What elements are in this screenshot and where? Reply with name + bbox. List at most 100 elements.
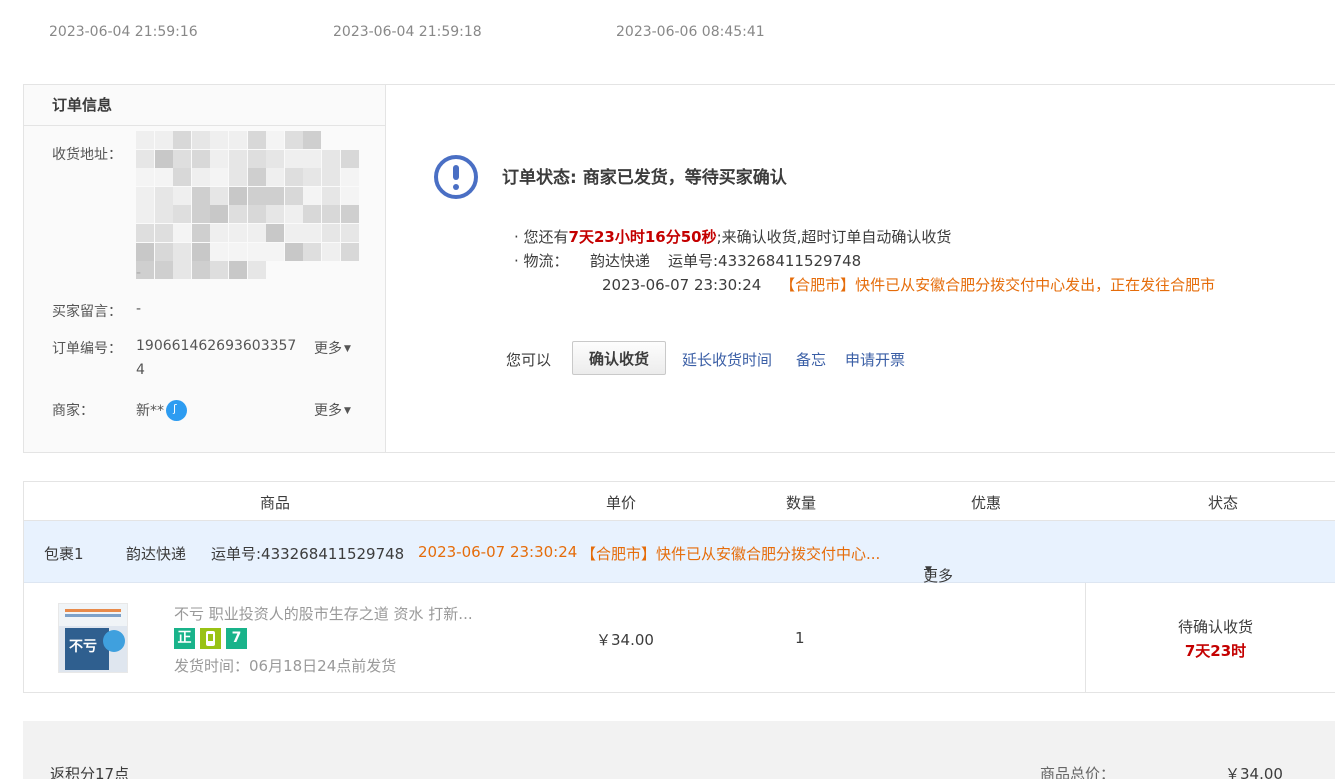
redacted-pixel bbox=[191, 242, 210, 261]
address-dash: - bbox=[136, 265, 142, 281]
invoice-link[interactable]: 申请开票 bbox=[845, 349, 905, 370]
redacted-pixel bbox=[247, 205, 266, 224]
package-carrier: 韵达快递 bbox=[126, 545, 187, 563]
redacted-pixel bbox=[154, 186, 173, 205]
redacted-pixel bbox=[266, 168, 285, 187]
redacted-pixel bbox=[229, 224, 247, 242]
redacted-pixel bbox=[210, 186, 229, 205]
total-label: 商品总价： bbox=[1040, 765, 1116, 779]
redacted-pixel bbox=[284, 131, 303, 149]
item-title-link[interactable]: 不亏 职业投资人的股市生存之道 资水 打新... bbox=[174, 603, 473, 624]
seven-day-return-badge-icon[interactable]: 7 bbox=[226, 628, 247, 649]
redacted-pixel bbox=[266, 149, 285, 168]
seller-more-link[interactable]: 更多 ▼ bbox=[314, 400, 351, 420]
redacted-pixel bbox=[340, 186, 359, 205]
item-status: 待确认收货 bbox=[1177, 618, 1253, 636]
redacted-pixel bbox=[154, 205, 173, 224]
redacted-pixel bbox=[340, 242, 359, 261]
address-pixelated bbox=[136, 131, 360, 281]
header-price: 单价 bbox=[606, 494, 637, 512]
redacted-pixel bbox=[154, 149, 173, 168]
redacted-pixel bbox=[266, 131, 285, 149]
caret-down-icon: ▼ bbox=[925, 565, 932, 575]
redacted-pixel bbox=[210, 168, 229, 187]
redacted-pixel bbox=[136, 205, 154, 224]
memo-link[interactable]: 备忘 bbox=[796, 349, 826, 370]
logistics-line: · 物流： 韵达快递 运单号:433268411529748 bbox=[514, 250, 861, 271]
phone-icon[interactable] bbox=[200, 628, 221, 649]
authentic-badge-icon[interactable]: 正 bbox=[174, 628, 195, 649]
wangwang-chat-icon[interactable] bbox=[166, 400, 187, 421]
remaining-suffix: ;来确认收货,超时订单自动确认收货 bbox=[716, 228, 952, 246]
redacted-pixel bbox=[210, 224, 229, 242]
order-info-title: 订单信息 bbox=[24, 85, 385, 126]
unit-price: ￥34.00 bbox=[596, 631, 654, 649]
redacted-pixel bbox=[173, 242, 192, 261]
redacted-pixel bbox=[229, 186, 247, 205]
redacted-pixel bbox=[154, 224, 173, 242]
redacted-pixel bbox=[266, 224, 285, 242]
redacted-pixel bbox=[340, 224, 359, 242]
ship-time: 发货时间：06月18日24点前发货 bbox=[174, 657, 397, 675]
redacted-pixel bbox=[303, 168, 322, 187]
tracking-text: 【合肥市】快件已从安徽合肥分拨交付中心发出，正在发往合肥市 bbox=[780, 276, 1216, 294]
order-summary: 返积分17点 商品总价： ￥34.00 bbox=[23, 721, 1335, 779]
seller-name: 新** bbox=[136, 403, 164, 419]
buyer-message-value: - bbox=[136, 301, 142, 317]
redacted-pixel bbox=[247, 261, 266, 280]
redacted-pixel bbox=[303, 205, 322, 224]
header-status: 状态 bbox=[1208, 494, 1239, 512]
order-panel: 订单信息 收货地址： - 买家留言： - 订单编号： 1906614626936… bbox=[23, 84, 1335, 453]
redacted-pixel bbox=[340, 205, 359, 224]
redacted-pixel bbox=[322, 224, 340, 242]
caret-down-icon: ▼ bbox=[344, 406, 351, 416]
header-goods: 商品 bbox=[260, 494, 291, 512]
extend-receipt-link[interactable]: 延长收货时间 bbox=[682, 349, 772, 370]
redacted-pixel bbox=[322, 242, 340, 261]
redacted-pixel bbox=[136, 131, 154, 149]
goods-table-header: 商品 单价 数量 优惠 状态 bbox=[24, 482, 1335, 521]
package-waybill: 运单号:433268411529748 bbox=[211, 545, 405, 563]
phone-icon-glyph bbox=[206, 631, 215, 646]
header-quantity: 数量 bbox=[786, 494, 817, 512]
redacted-pixel bbox=[210, 131, 229, 149]
book-cover-thumbnail[interactable] bbox=[58, 603, 128, 673]
seller-value-wrap: 新** bbox=[136, 400, 187, 421]
remaining-prefix: · 您还有 bbox=[514, 228, 569, 246]
order-more-label: 更多 bbox=[314, 341, 342, 357]
confirm-receipt-button[interactable]: 确认收货 bbox=[572, 341, 666, 375]
redacted-pixel bbox=[284, 242, 303, 261]
cover-stamp-graphic bbox=[103, 630, 125, 652]
redacted-pixel bbox=[229, 168, 247, 187]
timeline-timestamps: 2023-06-04 21:59:16 2023-06-04 21:59:18 … bbox=[0, 24, 1335, 46]
tracking-line: 2023-06-07 23:30:24 【合肥市】快件已从安徽合肥分拨交付中心发… bbox=[602, 274, 1215, 295]
actions-lead: 您可以 bbox=[506, 351, 552, 369]
redacted-pixel bbox=[303, 149, 322, 168]
redacted-pixel bbox=[173, 186, 192, 205]
redacted-pixel bbox=[303, 242, 322, 261]
redacted-pixel bbox=[154, 261, 173, 280]
package-time: 2023-06-07 23:30:24 bbox=[418, 543, 578, 561]
redacted-pixel bbox=[136, 149, 154, 168]
logistics-waybill: 运单号:433268411529748 bbox=[668, 252, 862, 270]
exclamation-icon bbox=[434, 155, 478, 199]
item-status-countdown: 7天23时 bbox=[1184, 642, 1247, 660]
package-track-text: 【合肥市】快件已从安徽合肥分拨交付中心... bbox=[581, 545, 881, 563]
redacted-pixel bbox=[284, 205, 303, 224]
buyer-message-label: 买家留言： bbox=[52, 304, 122, 320]
cover-header-graphic bbox=[59, 604, 127, 626]
caret-down-icon: ▼ bbox=[344, 344, 351, 354]
redacted-pixel bbox=[284, 168, 303, 187]
redacted-pixel bbox=[322, 168, 340, 187]
redacted-pixel bbox=[154, 242, 173, 261]
package-label: 包裹1 bbox=[44, 545, 84, 563]
redacted-pixel bbox=[191, 168, 210, 187]
redacted-pixel bbox=[229, 261, 247, 280]
goods-table: 商品 单价 数量 优惠 状态 包裹1 韵达快递 运单号:433268411529… bbox=[23, 481, 1335, 693]
redacted-pixel bbox=[173, 205, 192, 224]
redacted-pixel bbox=[247, 224, 266, 242]
order-more-link[interactable]: 更多 ▼ bbox=[314, 338, 351, 358]
redacted-pixel bbox=[247, 186, 266, 205]
cover-title-graphic bbox=[65, 628, 109, 670]
redacted-pixel bbox=[340, 149, 359, 168]
